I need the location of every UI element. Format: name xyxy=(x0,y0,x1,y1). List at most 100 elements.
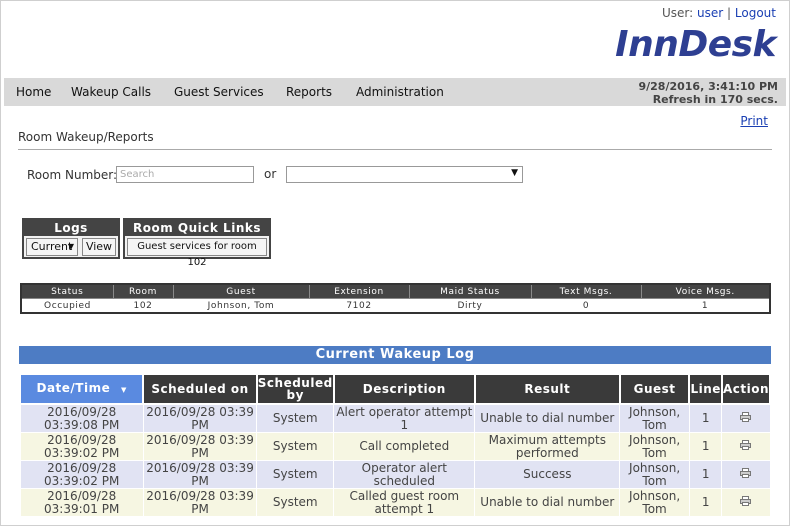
print-icon[interactable] xyxy=(740,412,752,422)
cell-guest: Johnson, Tom xyxy=(619,432,690,461)
room-status-table: Status Room Guest Extension Maid Status … xyxy=(20,283,771,314)
logout-link[interactable]: Logout xyxy=(735,6,776,20)
room-number-label: Room Number: xyxy=(27,168,118,182)
cell-date-time: 2016/09/28 03:39:08 PM xyxy=(19,403,144,433)
room-select[interactable]: ▼ xyxy=(286,166,523,183)
header-date-time-label: Date/Time xyxy=(36,381,111,395)
dropdown-arrow-icon: ▼ xyxy=(67,242,74,251)
header-action: Action xyxy=(720,373,772,405)
main-nav: Home Wakeup Calls Guest Services Reports… xyxy=(4,78,786,106)
cell-scheduled-on: 2016/09/28 03:39 PM xyxy=(142,488,258,517)
cell-description: Called guest room attempt 1 xyxy=(333,488,476,517)
wakeup-log-table: Date/Time ▼ Scheduled on Scheduled by De… xyxy=(18,373,772,517)
or-label: or xyxy=(264,167,277,181)
nav-reports[interactable]: Reports xyxy=(286,85,332,99)
cell-date-time: 2016/09/28 03:39:02 PM xyxy=(19,432,144,461)
cell-scheduled-by: System xyxy=(256,460,335,489)
clock: 9/28/2016, 3:41:10 PM Refresh in 170 sec… xyxy=(638,80,778,106)
cell-line: 1 xyxy=(688,460,723,489)
user-link[interactable]: user xyxy=(697,6,723,20)
refresh-countdown: Refresh in 170 secs. xyxy=(652,93,778,106)
header-scheduled-on[interactable]: Scheduled on xyxy=(142,373,258,405)
print-icon[interactable] xyxy=(740,496,752,506)
cell-result: Unable to dial number xyxy=(474,488,621,517)
header-scheduled-by[interactable]: Scheduled by xyxy=(255,373,335,405)
status-header-room: Room xyxy=(112,283,174,299)
status-header-row: Status Room Guest Extension Maid Status … xyxy=(20,283,771,299)
dropdown-arrow-icon: ▼ xyxy=(511,168,518,178)
cell-date-time: 2016/09/28 03:39:01 PM xyxy=(19,488,144,517)
header-line[interactable]: Line xyxy=(688,373,723,405)
cell-guest: Johnson, Tom xyxy=(619,488,690,517)
header-guest[interactable]: Guest xyxy=(618,373,691,405)
table-row: 2016/09/28 03:39:08 PM 2016/09/28 03:39 … xyxy=(19,403,771,433)
logs-panel: Logs Current ▼ View xyxy=(22,218,120,259)
cell-result: Maximum attempts performed xyxy=(474,432,621,461)
cell-scheduled-on: 2016/09/28 03:39 PM xyxy=(142,432,258,461)
logs-panel-title: Logs xyxy=(24,220,118,236)
room-value: 102 xyxy=(133,300,153,311)
status-header-status: Status xyxy=(20,283,114,299)
print-icon[interactable] xyxy=(740,468,752,478)
status-header-maid-status: Maid Status xyxy=(408,283,532,299)
status-header-voice-msgs: Voice Msgs. xyxy=(640,283,771,299)
nav-guest-services[interactable]: Guest Services xyxy=(174,85,264,99)
title-divider xyxy=(18,149,772,150)
nav-home[interactable]: Home xyxy=(16,85,51,99)
table-row: 2016/09/28 03:39:02 PM 2016/09/28 03:39 … xyxy=(19,460,771,489)
cell-scheduled-by: System xyxy=(256,403,335,433)
cell-scheduled-on: 2016/09/28 03:39 PM xyxy=(142,403,258,433)
cell-scheduled-by: System xyxy=(256,432,335,461)
cell-guest: Johnson, Tom xyxy=(619,403,690,433)
wakeup-log-title: Current Wakeup Log xyxy=(19,346,771,364)
print-link[interactable]: Print xyxy=(740,114,768,128)
app-logo: InnDesk xyxy=(615,24,776,65)
status-header-guest: Guest xyxy=(172,283,310,299)
user-prefix: User: xyxy=(662,6,694,20)
cell-action xyxy=(721,460,771,489)
user-bar: User: user | Logout xyxy=(662,6,776,20)
guest-services-room-button[interactable]: Guest services for room 102 xyxy=(127,238,267,268)
header-date-time[interactable]: Date/Time ▼ xyxy=(18,373,145,405)
cell-action xyxy=(721,488,771,517)
cell-guest: Johnson, Tom xyxy=(619,460,690,489)
room-quick-links-title: Room Quick Links xyxy=(125,220,269,236)
status-header-text-msgs: Text Msgs. xyxy=(530,283,642,299)
view-button[interactable]: View xyxy=(82,238,116,256)
cell-description: Operator alert scheduled xyxy=(333,460,476,489)
extension-value: 7102 xyxy=(346,300,372,311)
log-header-row: Date/Time ▼ Scheduled on Scheduled by De… xyxy=(18,373,772,405)
logs-select[interactable]: Current ▼ xyxy=(26,238,78,256)
guest-value: Johnson, Tom xyxy=(207,300,275,311)
page-title: Room Wakeup/Reports xyxy=(18,130,154,144)
voice-msgs-value: 1 xyxy=(701,300,709,311)
cell-action xyxy=(721,432,771,461)
status-row: Occupied 102 Johnson, Tom 7102 Dirty 0 1 xyxy=(21,299,770,314)
table-row: 2016/09/28 03:39:02 PM 2016/09/28 03:39 … xyxy=(19,432,771,461)
sort-desc-icon: ▼ xyxy=(120,386,127,394)
cell-scheduled-by: System xyxy=(256,488,335,517)
cell-line: 1 xyxy=(688,488,723,517)
status-value: Occupied xyxy=(44,300,91,311)
cell-line: 1 xyxy=(688,403,723,433)
status-header-extension: Extension xyxy=(308,283,410,299)
user-separator: | xyxy=(727,6,732,20)
nav-wakeup-calls[interactable]: Wakeup Calls xyxy=(71,85,151,99)
print-icon[interactable] xyxy=(740,440,752,450)
cell-result: Unable to dial number xyxy=(474,403,621,433)
nav-administration[interactable]: Administration xyxy=(356,85,444,99)
cell-description: Alert operator attempt 1 xyxy=(333,403,476,433)
header-description[interactable]: Description xyxy=(332,373,476,405)
cell-line: 1 xyxy=(688,432,723,461)
cell-action xyxy=(721,403,771,433)
cell-description: Call completed xyxy=(333,432,476,461)
room-number-search-input[interactable]: Search xyxy=(116,166,254,183)
cell-scheduled-on: 2016/09/28 03:39 PM xyxy=(142,460,258,489)
table-row: 2016/09/28 03:39:01 PM 2016/09/28 03:39 … xyxy=(19,488,771,517)
maid-status-value: Dirty xyxy=(457,300,483,311)
text-msgs-value: 0 xyxy=(582,300,590,311)
logs-select-value: Current xyxy=(31,240,73,253)
header-result[interactable]: Result xyxy=(473,373,621,405)
current-datetime: 9/28/2016, 3:41:10 PM xyxy=(638,80,778,93)
cell-result: Success xyxy=(474,460,621,489)
